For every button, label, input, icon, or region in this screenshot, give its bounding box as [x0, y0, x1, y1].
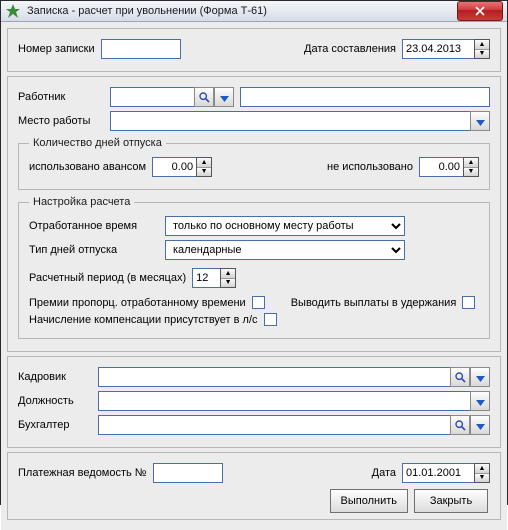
- footer-date-spinner[interactable]: ▲▼: [402, 463, 490, 483]
- signers-panel: Кадровик Должность Бухгалтер: [7, 356, 501, 448]
- accountant-lookup: [98, 415, 490, 435]
- spin-buttons[interactable]: ▲▼: [196, 157, 212, 177]
- compose-date-spin-buttons[interactable]: ▲▼: [474, 39, 490, 59]
- vacation-days-legend: Количество дней отпуска: [29, 137, 166, 149]
- bonus-prop-label: Премии пропорц. отработанному времени: [29, 297, 246, 309]
- close-button[interactable]: Закрыть: [414, 489, 488, 513]
- payroll-input[interactable]: [153, 463, 223, 483]
- vacation-days-group: Количество дней отпуска использовано ава…: [18, 137, 490, 190]
- workplace-lookup: [110, 111, 490, 131]
- titlebar: Записка - расчет при увольнении (Форма Т…: [1, 1, 507, 22]
- worker-label: Работник: [18, 91, 104, 103]
- app-icon: [5, 3, 21, 19]
- spin-buttons[interactable]: ▲▼: [220, 268, 236, 288]
- worked-time-select[interactable]: только по основному месту работы: [165, 216, 405, 236]
- workplace-input[interactable]: [110, 111, 470, 131]
- spin-buttons[interactable]: ▲▼: [463, 157, 479, 177]
- period-label: Расчетный период (в месяцах): [29, 272, 186, 284]
- compose-date-label: Дата составления: [304, 43, 396, 55]
- accountant-input[interactable]: [98, 415, 450, 435]
- note-number-input[interactable]: [101, 39, 181, 59]
- dropdown-icon[interactable]: [470, 111, 490, 131]
- output-deductions-checkbox[interactable]: [462, 296, 475, 309]
- footer-date-label: Дата: [372, 467, 396, 479]
- footer-panel: Платежная ведомость № Дата ▲▼ Выполнить …: [7, 452, 501, 520]
- used-advance-label: использовано авансом: [29, 161, 146, 173]
- worker-name-input[interactable]: [240, 87, 490, 107]
- close-window-button[interactable]: [457, 1, 503, 21]
- compose-date-spinner[interactable]: ▲▼: [402, 39, 490, 59]
- hr-lookup: [98, 367, 490, 387]
- payroll-label: Платежная ведомость №: [18, 467, 147, 479]
- period-spinner[interactable]: ▲▼: [192, 268, 236, 288]
- footer-date-input[interactable]: [402, 463, 474, 483]
- comp-in-ls-checkbox[interactable]: [264, 313, 277, 326]
- dialog-window: Записка - расчет при увольнении (Форма Т…: [0, 0, 508, 505]
- workplace-label: Место работы: [18, 115, 104, 127]
- client-area: Номер записки Дата составления ▲▼ Работн…: [1, 22, 507, 530]
- dropdown-icon[interactable]: [470, 367, 490, 387]
- window-title: Записка - расчет при увольнении (Форма Т…: [27, 5, 457, 17]
- spin-buttons[interactable]: ▲▼: [474, 463, 490, 483]
- used-advance-input[interactable]: [152, 157, 196, 177]
- output-deductions-label: Выводить выплаты в удержания: [291, 297, 457, 309]
- day-type-select[interactable]: календарные: [165, 240, 405, 260]
- calc-settings-group: Настройка расчета Отработанное время тол…: [18, 196, 490, 339]
- bonus-prop-checkbox[interactable]: [252, 296, 265, 309]
- dropdown-icon[interactable]: [214, 87, 234, 107]
- worker-input[interactable]: [110, 87, 194, 107]
- search-icon[interactable]: [194, 87, 214, 107]
- worked-time-label: Отработанное время: [29, 220, 159, 232]
- not-used-spinner[interactable]: ▲▼: [419, 157, 479, 177]
- execute-button[interactable]: Выполнить: [330, 489, 408, 513]
- not-used-input[interactable]: [419, 157, 463, 177]
- employee-panel: Работник Место работы: [7, 76, 501, 352]
- used-advance-spinner[interactable]: ▲▼: [152, 157, 212, 177]
- header-panel: Номер записки Дата составления ▲▼: [7, 28, 501, 72]
- hr-label: Кадровик: [18, 371, 92, 383]
- search-icon[interactable]: [450, 367, 470, 387]
- comp-in-ls-label: Начисление компенсации присутствует в л/…: [29, 314, 258, 326]
- hr-input[interactable]: [98, 367, 450, 387]
- not-used-label: не использовано: [327, 161, 413, 173]
- position-lookup: [98, 391, 490, 411]
- calc-settings-legend: Настройка расчета: [29, 196, 134, 208]
- close-icon: [475, 6, 485, 16]
- dropdown-icon[interactable]: [470, 415, 490, 435]
- worker-lookup: [110, 87, 234, 107]
- compose-date-input[interactable]: [402, 39, 474, 59]
- position-label: Должность: [18, 395, 92, 407]
- dropdown-icon[interactable]: [470, 391, 490, 411]
- position-input[interactable]: [98, 391, 470, 411]
- day-type-label: Тип дней отпуска: [29, 244, 159, 256]
- accountant-label: Бухгалтер: [18, 419, 92, 431]
- search-icon[interactable]: [450, 415, 470, 435]
- period-input[interactable]: [192, 268, 220, 288]
- note-number-label: Номер записки: [18, 43, 95, 55]
